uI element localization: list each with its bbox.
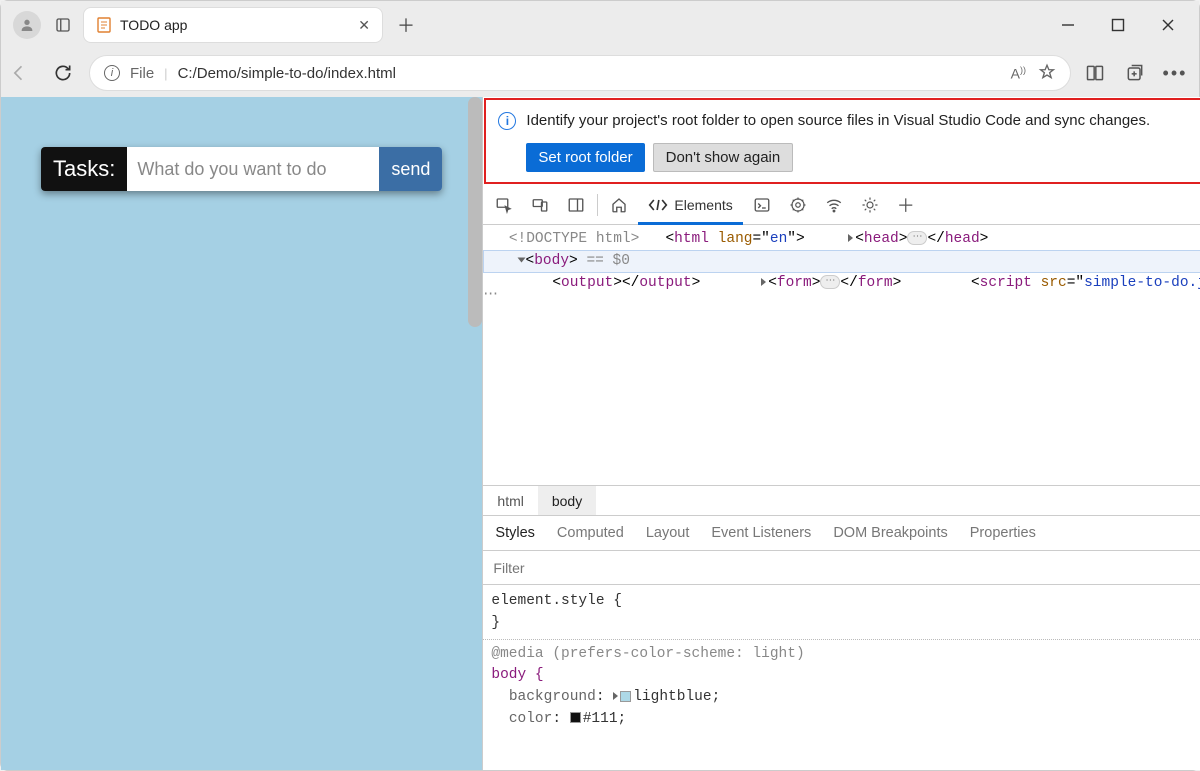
- devtools-panel: i Identify your project's root folder to…: [482, 97, 1200, 770]
- dont-show-again-button[interactable]: Don't show again: [653, 143, 794, 172]
- event-listeners-tab[interactable]: Event Listeners: [711, 525, 811, 541]
- color-swatch-lightblue[interactable]: [620, 691, 631, 702]
- inspect-element-icon[interactable]: [487, 188, 521, 222]
- properties-tab[interactable]: Properties: [970, 525, 1036, 541]
- performance-tab-icon[interactable]: [853, 188, 887, 222]
- styles-filter-input[interactable]: [491, 559, 1200, 577]
- address-bar: i File | C:/Demo/simple-to-do/index.html…: [1, 49, 1199, 97]
- infobar-message: Identify your project's root folder to o…: [526, 110, 1200, 131]
- set-root-folder-button[interactable]: Set root folder: [526, 143, 644, 172]
- site-info-icon[interactable]: i: [104, 65, 120, 81]
- window-minimize-icon[interactable]: [1057, 14, 1079, 36]
- dom-breadcrumbs: html body: [483, 485, 1200, 515]
- layout-tab[interactable]: Layout: [646, 525, 690, 541]
- split-screen-icon[interactable]: [1079, 57, 1111, 89]
- console-tab-icon[interactable]: [745, 188, 779, 222]
- tab-actions-icon[interactable]: [47, 9, 79, 41]
- url-scheme: File: [130, 65, 154, 82]
- dock-side-icon[interactable]: [559, 188, 593, 222]
- tab-close-icon[interactable]: ✕: [358, 17, 370, 34]
- crumb-html[interactable]: html: [483, 486, 537, 515]
- dom-selected-body[interactable]: <body> == $0: [483, 250, 1200, 273]
- styles-tab[interactable]: Styles: [495, 525, 535, 541]
- color-swatch-111[interactable]: [570, 712, 581, 723]
- rendered-page: Tasks: send: [1, 97, 482, 770]
- favorite-icon[interactable]: [1038, 63, 1056, 84]
- nav-refresh-icon[interactable]: [45, 55, 81, 91]
- dom-breakpoints-tab[interactable]: DOM Breakpoints: [833, 525, 947, 541]
- menu-icon[interactable]: •••: [1159, 57, 1191, 89]
- crumb-body[interactable]: body: [538, 486, 596, 515]
- read-aloud-icon[interactable]: A)): [1011, 65, 1026, 82]
- elements-tab[interactable]: Elements: [638, 185, 742, 225]
- styles-tabs: Styles Computed Layout Event Listeners D…: [483, 515, 1200, 551]
- tab-favicon-icon: [96, 17, 112, 33]
- send-button[interactable]: send: [379, 147, 442, 191]
- network-tab-icon[interactable]: [817, 188, 851, 222]
- new-tab-button[interactable]: ＋: [389, 8, 423, 42]
- device-toolbar-icon[interactable]: [523, 188, 557, 222]
- elements-tab-label: Elements: [674, 197, 732, 213]
- task-input[interactable]: [127, 147, 379, 191]
- collections-icon[interactable]: [1119, 57, 1151, 89]
- url-path: C:/Demo/simple-to-do/index.html: [178, 65, 1001, 82]
- browser-tab[interactable]: TODO app ✕: [83, 7, 383, 43]
- window-close-icon[interactable]: [1157, 14, 1179, 36]
- tab-title: TODO app: [120, 17, 350, 33]
- root-folder-infobar: i Identify your project's root folder to…: [484, 98, 1200, 184]
- sources-tab-icon[interactable]: [781, 188, 815, 222]
- browser-titlebar: TODO app ✕ ＋: [1, 1, 1199, 49]
- url-box[interactable]: i File | C:/Demo/simple-to-do/index.html…: [89, 55, 1071, 91]
- devtools-toolbar: Elements ＋ ••• ✕: [483, 185, 1200, 225]
- profile-avatar[interactable]: [13, 11, 41, 39]
- computed-tab[interactable]: Computed: [557, 525, 624, 541]
- more-tabs-icon[interactable]: ＋: [889, 188, 923, 222]
- styles-pane[interactable]: element.style { } base.css:9 @media (pre…: [483, 585, 1200, 770]
- dom-gutter-icon[interactable]: ⋯: [483, 285, 498, 306]
- task-label: Tasks:: [41, 147, 127, 191]
- task-form: Tasks: send: [41, 147, 442, 191]
- styles-filter-bar: :hov .cls: [483, 551, 1200, 585]
- page-scrollbar[interactable]: [468, 97, 482, 327]
- nav-back-icon[interactable]: [1, 55, 37, 91]
- window-maximize-icon[interactable]: [1107, 14, 1129, 36]
- dom-tree[interactable]: ⋯ <!DOCTYPE html> <html lang="en"> <head…: [483, 225, 1200, 485]
- welcome-tab-icon[interactable]: [602, 188, 636, 222]
- info-icon: i: [498, 112, 516, 130]
